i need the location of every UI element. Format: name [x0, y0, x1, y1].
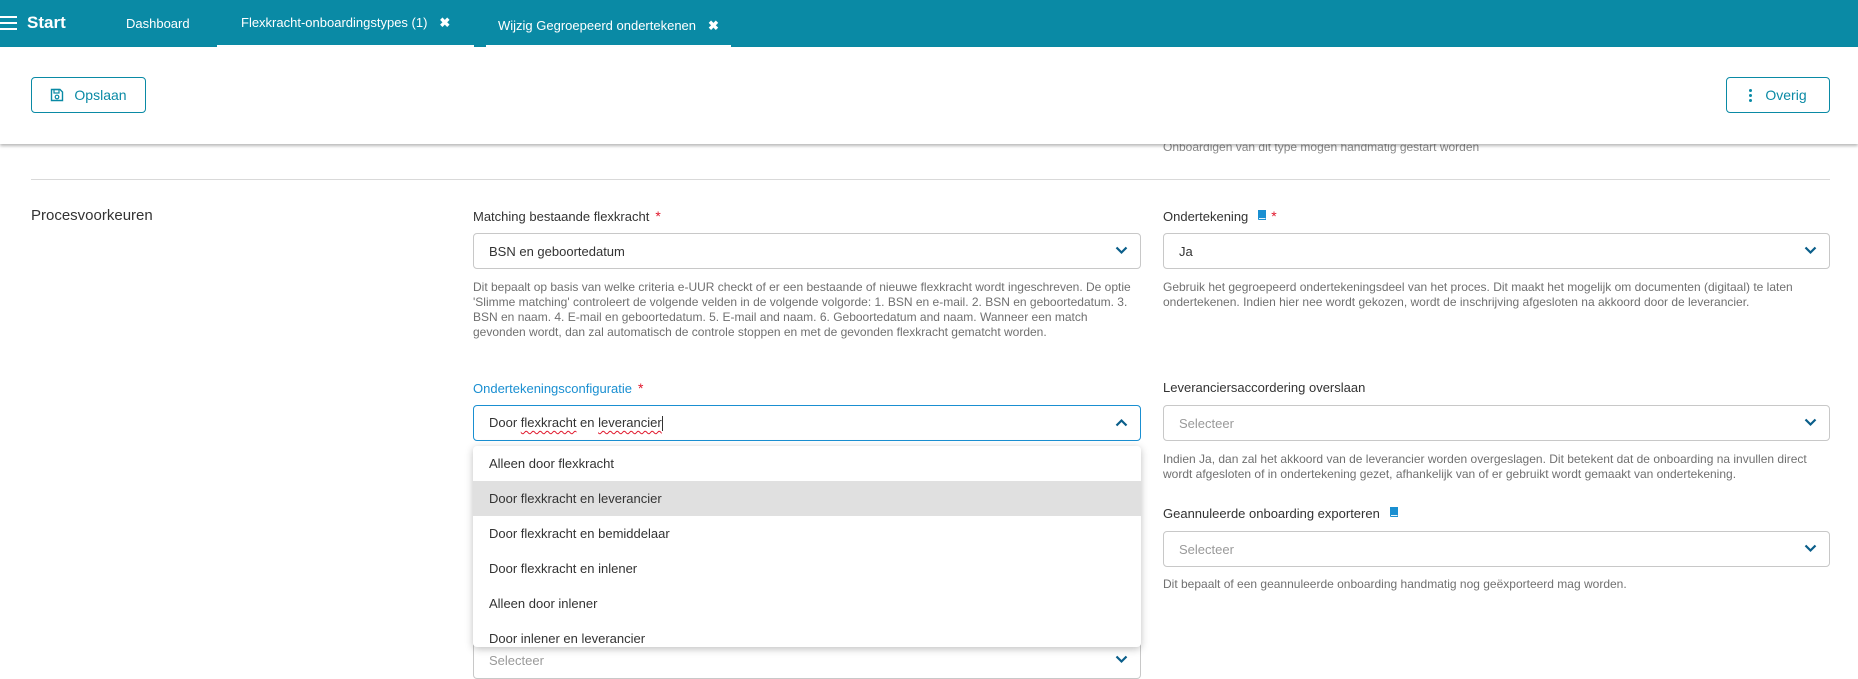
select-placeholder: Selecteer [1179, 541, 1234, 557]
matching-help: Dit bepaalt op basis van welke criteria … [473, 280, 1131, 339]
close-icon[interactable]: ✖ [708, 18, 719, 34]
label-text: Matching bestaande flexkracht [473, 208, 650, 224]
save-icon [51, 88, 64, 102]
required-mark: * [655, 208, 661, 224]
chevron-down-icon [1804, 544, 1817, 553]
chevron-down-icon [1115, 655, 1128, 664]
more-button[interactable]: Overig [1726, 77, 1830, 113]
value-part: flexkracht [520, 414, 577, 430]
tab-label: Dashboard [126, 16, 190, 31]
cancelled-export-select[interactable]: Selecteer [1163, 531, 1830, 567]
leverancier-skip-select[interactable]: Selecteer [1163, 405, 1830, 441]
tab-dashboard[interactable]: Dashboard [126, 0, 190, 47]
dropdown-option[interactable]: Alleen door inlener [473, 586, 1141, 621]
save-button[interactable]: Opslaan [31, 77, 146, 113]
config-select[interactable]: Door flexkracht en leverancier [473, 405, 1141, 441]
select-placeholder: Selecteer [1179, 415, 1234, 431]
cancelled-export-label: Geannuleerde onboarding exporteren [1163, 506, 1400, 521]
select-placeholder: Selecteer [489, 653, 544, 668]
divider [31, 179, 1830, 180]
leverancier-skip-label: Leveranciersaccordering overslaan [1163, 380, 1365, 395]
top-navbar: Start Dashboard Flexkracht-onboardingsty… [0, 0, 1858, 47]
value-part: leverancier [598, 414, 662, 430]
config-dropdown[interactable]: Alleen door flexkracht Door flexkracht e… [473, 446, 1141, 647]
hamburger-icon[interactable] [0, 16, 17, 30]
brand-label: Start [27, 13, 66, 32]
select-value: BSN en geboortedatum [489, 243, 625, 259]
leverancier-skip-help: Indien Ja, dan zal het akkoord van de le… [1163, 452, 1807, 481]
chevron-down-icon [1804, 246, 1817, 255]
section-title: Procesvoorkeuren [31, 207, 153, 224]
dropdown-option[interactable]: Door inlener en leverancier [473, 621, 1141, 647]
ondertekening-help: Gebruik het gegroepeerd ondertekeningsde… [1163, 280, 1793, 309]
select-value[interactable]: Door flexkracht en leverancier [489, 414, 663, 432]
tab-label: Flexkracht-onboardingstypes (1) [241, 15, 428, 30]
cancelled-export-help: Dit bepaalt of een geannuleerde onboardi… [1163, 577, 1627, 591]
matching-label: Matching bestaande flexkracht * [473, 208, 661, 224]
chevron-down-icon [1804, 418, 1817, 427]
label-text: Leveranciersaccordering overslaan [1163, 380, 1366, 395]
label-text: Ondertekeningsconfiguratie [473, 380, 632, 396]
ondertekening-label: Ondertekening * [1163, 208, 1277, 224]
select-value: Ja [1179, 243, 1193, 259]
required-mark: * [638, 380, 644, 396]
more-label: Overig [1765, 87, 1807, 103]
bottom-select[interactable]: Selecteer [473, 642, 1141, 679]
save-label: Opslaan [74, 87, 127, 103]
tab-label: Wijzig Gegroepeerd ondertekenen [498, 18, 697, 33]
more-vertical-icon [1749, 88, 1753, 102]
close-icon[interactable]: ✖ [439, 15, 450, 31]
config-label: Ondertekeningsconfiguratie * [473, 380, 643, 396]
ondertekening-select[interactable]: Ja [1163, 233, 1830, 269]
label-text: Ondertekening [1163, 208, 1249, 224]
chevron-up-icon [1115, 418, 1128, 427]
tab-wijzig-gegroepeerd[interactable]: Wijzig Gegroepeerd ondertekenen ✖ [486, 0, 731, 47]
required-mark: * [1271, 208, 1277, 224]
dropdown-option[interactable]: Alleen door flexkracht [473, 446, 1141, 481]
text-caret [661, 416, 663, 432]
book-icon[interactable] [1388, 506, 1400, 521]
dropdown-option[interactable]: Door flexkracht en bemiddelaar [473, 516, 1141, 551]
book-icon[interactable] [1256, 209, 1268, 224]
dropdown-option[interactable]: Door flexkracht en inlener [473, 551, 1141, 586]
value-part: en [576, 414, 599, 430]
toolbar: Opslaan Overig [0, 47, 1858, 144]
start-menu[interactable]: Start [0, 13, 66, 33]
dropdown-option[interactable]: Door flexkracht en leverancier [473, 481, 1141, 516]
tab-onboardingstypes[interactable]: Flexkracht-onboardingstypes (1) ✖ [217, 0, 475, 47]
matching-select[interactable]: BSN en geboortedatum [473, 233, 1141, 269]
chevron-down-icon [1115, 246, 1128, 255]
label-text: Geannuleerde onboarding exporteren [1163, 506, 1380, 521]
value-part: Door [489, 414, 521, 430]
